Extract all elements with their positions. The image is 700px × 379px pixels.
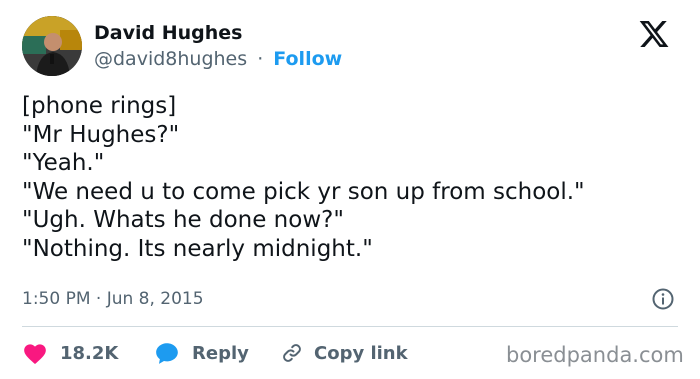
heart-icon (24, 344, 46, 365)
info-icon[interactable] (651, 287, 675, 311)
author-avatar[interactable] (22, 16, 82, 76)
follow-button[interactable]: Follow (273, 48, 342, 70)
author-handle-row: @david8hughes · Follow (94, 48, 342, 70)
tweet-line: "Nothing. Its nearly midnight." (22, 235, 373, 262)
avatar-photo (22, 16, 82, 76)
tweet-timestamp[interactable]: 1:50 PM · Jun 8, 2015 (22, 289, 204, 309)
speech-bubble-icon (156, 343, 178, 364)
tweet-line: "Ugh. Whats he done now?" (22, 207, 344, 233)
copy-link-label: Copy link (314, 342, 408, 364)
divider (22, 326, 678, 327)
separator-dot: · (257, 48, 264, 70)
link-icon (283, 344, 301, 362)
tweet-card: David Hughes @david8hughes · Follow [pho… (0, 0, 700, 379)
like-count: 18.2K (60, 342, 119, 364)
x-logo-icon[interactable] (637, 18, 671, 50)
tweet-line: "We need u to come pick yr son up from s… (22, 178, 585, 205)
tweet-line: "Mr Hughes?" (22, 121, 180, 148)
copy-link-button[interactable]: Copy link (280, 338, 408, 368)
author-name[interactable]: David Hughes (94, 22, 242, 44)
watermark: boredpanda.com (506, 343, 684, 367)
reply-button[interactable]: Reply (154, 338, 249, 368)
like-button[interactable]: 18.2K (22, 338, 118, 368)
author-handle[interactable]: @david8hughes (94, 48, 247, 70)
reply-label: Reply (192, 342, 249, 364)
tweet-text: [phone rings] "Mr Hughes?" "Yeah." "We n… (22, 92, 585, 263)
tweet-line: "Yeah." (22, 150, 105, 176)
tweet-line: [phone rings] (22, 93, 177, 119)
